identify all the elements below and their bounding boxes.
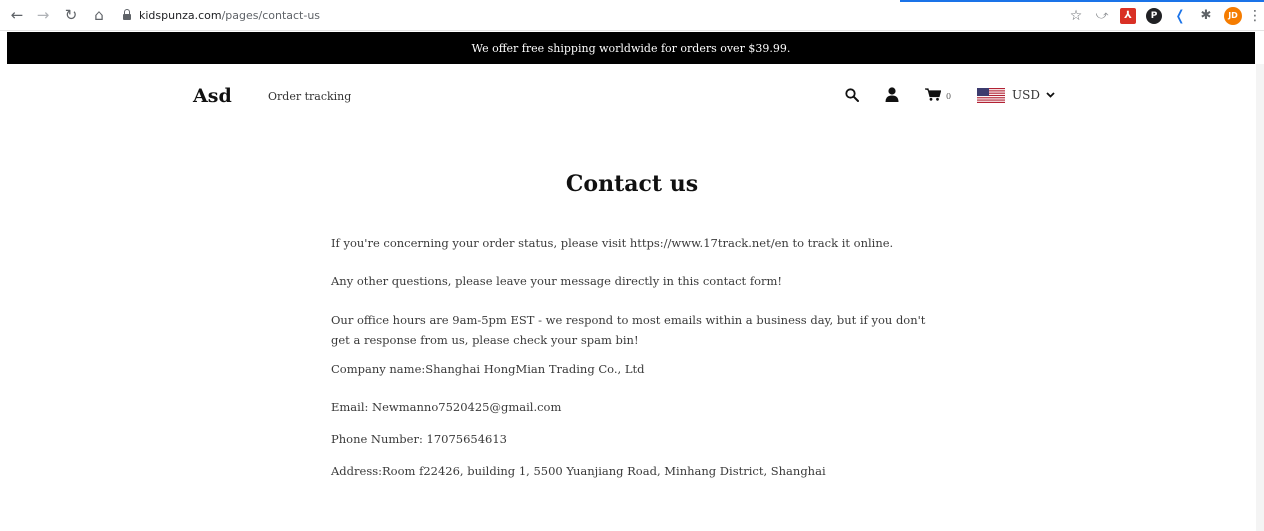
order-status-paragraph: If you're concerning your order status, … <box>331 236 894 250</box>
cart-icon[interactable] <box>925 88 941 101</box>
search-icon[interactable] <box>845 88 859 102</box>
announcement-bar: We offer free shipping worldwide for ord… <box>7 32 1255 64</box>
us-flag-icon <box>977 87 1005 103</box>
questions-paragraph: Any other questions, please leave your m… <box>331 274 783 288</box>
currency-label: USD <box>1012 88 1040 102</box>
address-bar[interactable]: kidspunza.com/pages/contact-us <box>122 4 320 26</box>
forward-arrow-icon[interactable]: → <box>32 4 54 26</box>
office-hours-paragraph: Our office hours are 9am-5pm EST - we re… <box>331 313 926 347</box>
bookmark-star-icon[interactable]: ☆ <box>1068 8 1084 24</box>
email-text: Email: Newmanno7520425@gmail.com <box>331 400 562 414</box>
translate-icon[interactable]: ⤻ <box>1094 8 1110 24</box>
phone-number-text: Phone Number: 17075654613 <box>331 432 507 446</box>
announcement-text: We offer free shipping worldwide for ord… <box>471 41 791 55</box>
extensions-tray: ☆ ⤻ ⅄ P ❬ ✱ JD ⋮ <box>1068 0 1262 31</box>
company-name-text: Company name:Shanghai HongMian Trading C… <box>331 362 645 376</box>
home-icon[interactable]: ⌂ <box>88 4 110 26</box>
back-arrow-icon[interactable]: ← <box>6 4 28 26</box>
url-path: /pages/contact-us <box>221 8 321 22</box>
profile-avatar[interactable]: JD <box>1224 6 1242 25</box>
kebab-menu-icon[interactable]: ⋮ <box>1248 8 1262 24</box>
pdf-extension-icon[interactable]: ⅄ <box>1120 7 1136 24</box>
reload-icon[interactable]: ↻ <box>60 4 82 26</box>
chevron-down-icon <box>1046 92 1055 98</box>
page-title: Contact us <box>565 171 699 197</box>
scrollbar-track[interactable] <box>1256 64 1264 531</box>
arrow-extension-icon[interactable]: ❬ <box>1172 8 1188 24</box>
site-header: Asd Order tracking 0 USD <box>0 64 1264 126</box>
nav-order-tracking[interactable]: Order tracking <box>268 90 351 103</box>
lock-icon <box>122 9 132 21</box>
pinterest-extension-icon[interactable]: P <box>1146 7 1162 24</box>
address-text: Address:Room f22426, building 1, 5500 Yu… <box>331 464 826 478</box>
user-icon[interactable] <box>885 87 899 102</box>
cart-count: 0 <box>946 92 952 101</box>
currency-selector[interactable]: USD <box>977 86 1055 104</box>
site-logo[interactable]: Asd <box>193 85 232 107</box>
browser-toolbar: ← → ↻ ⌂ kidspunza.com/pages/contact-us ☆… <box>0 0 1264 31</box>
url-domain: kidspunza.com <box>139 8 222 22</box>
puzzle-extensions-icon[interactable]: ✱ <box>1198 8 1214 24</box>
